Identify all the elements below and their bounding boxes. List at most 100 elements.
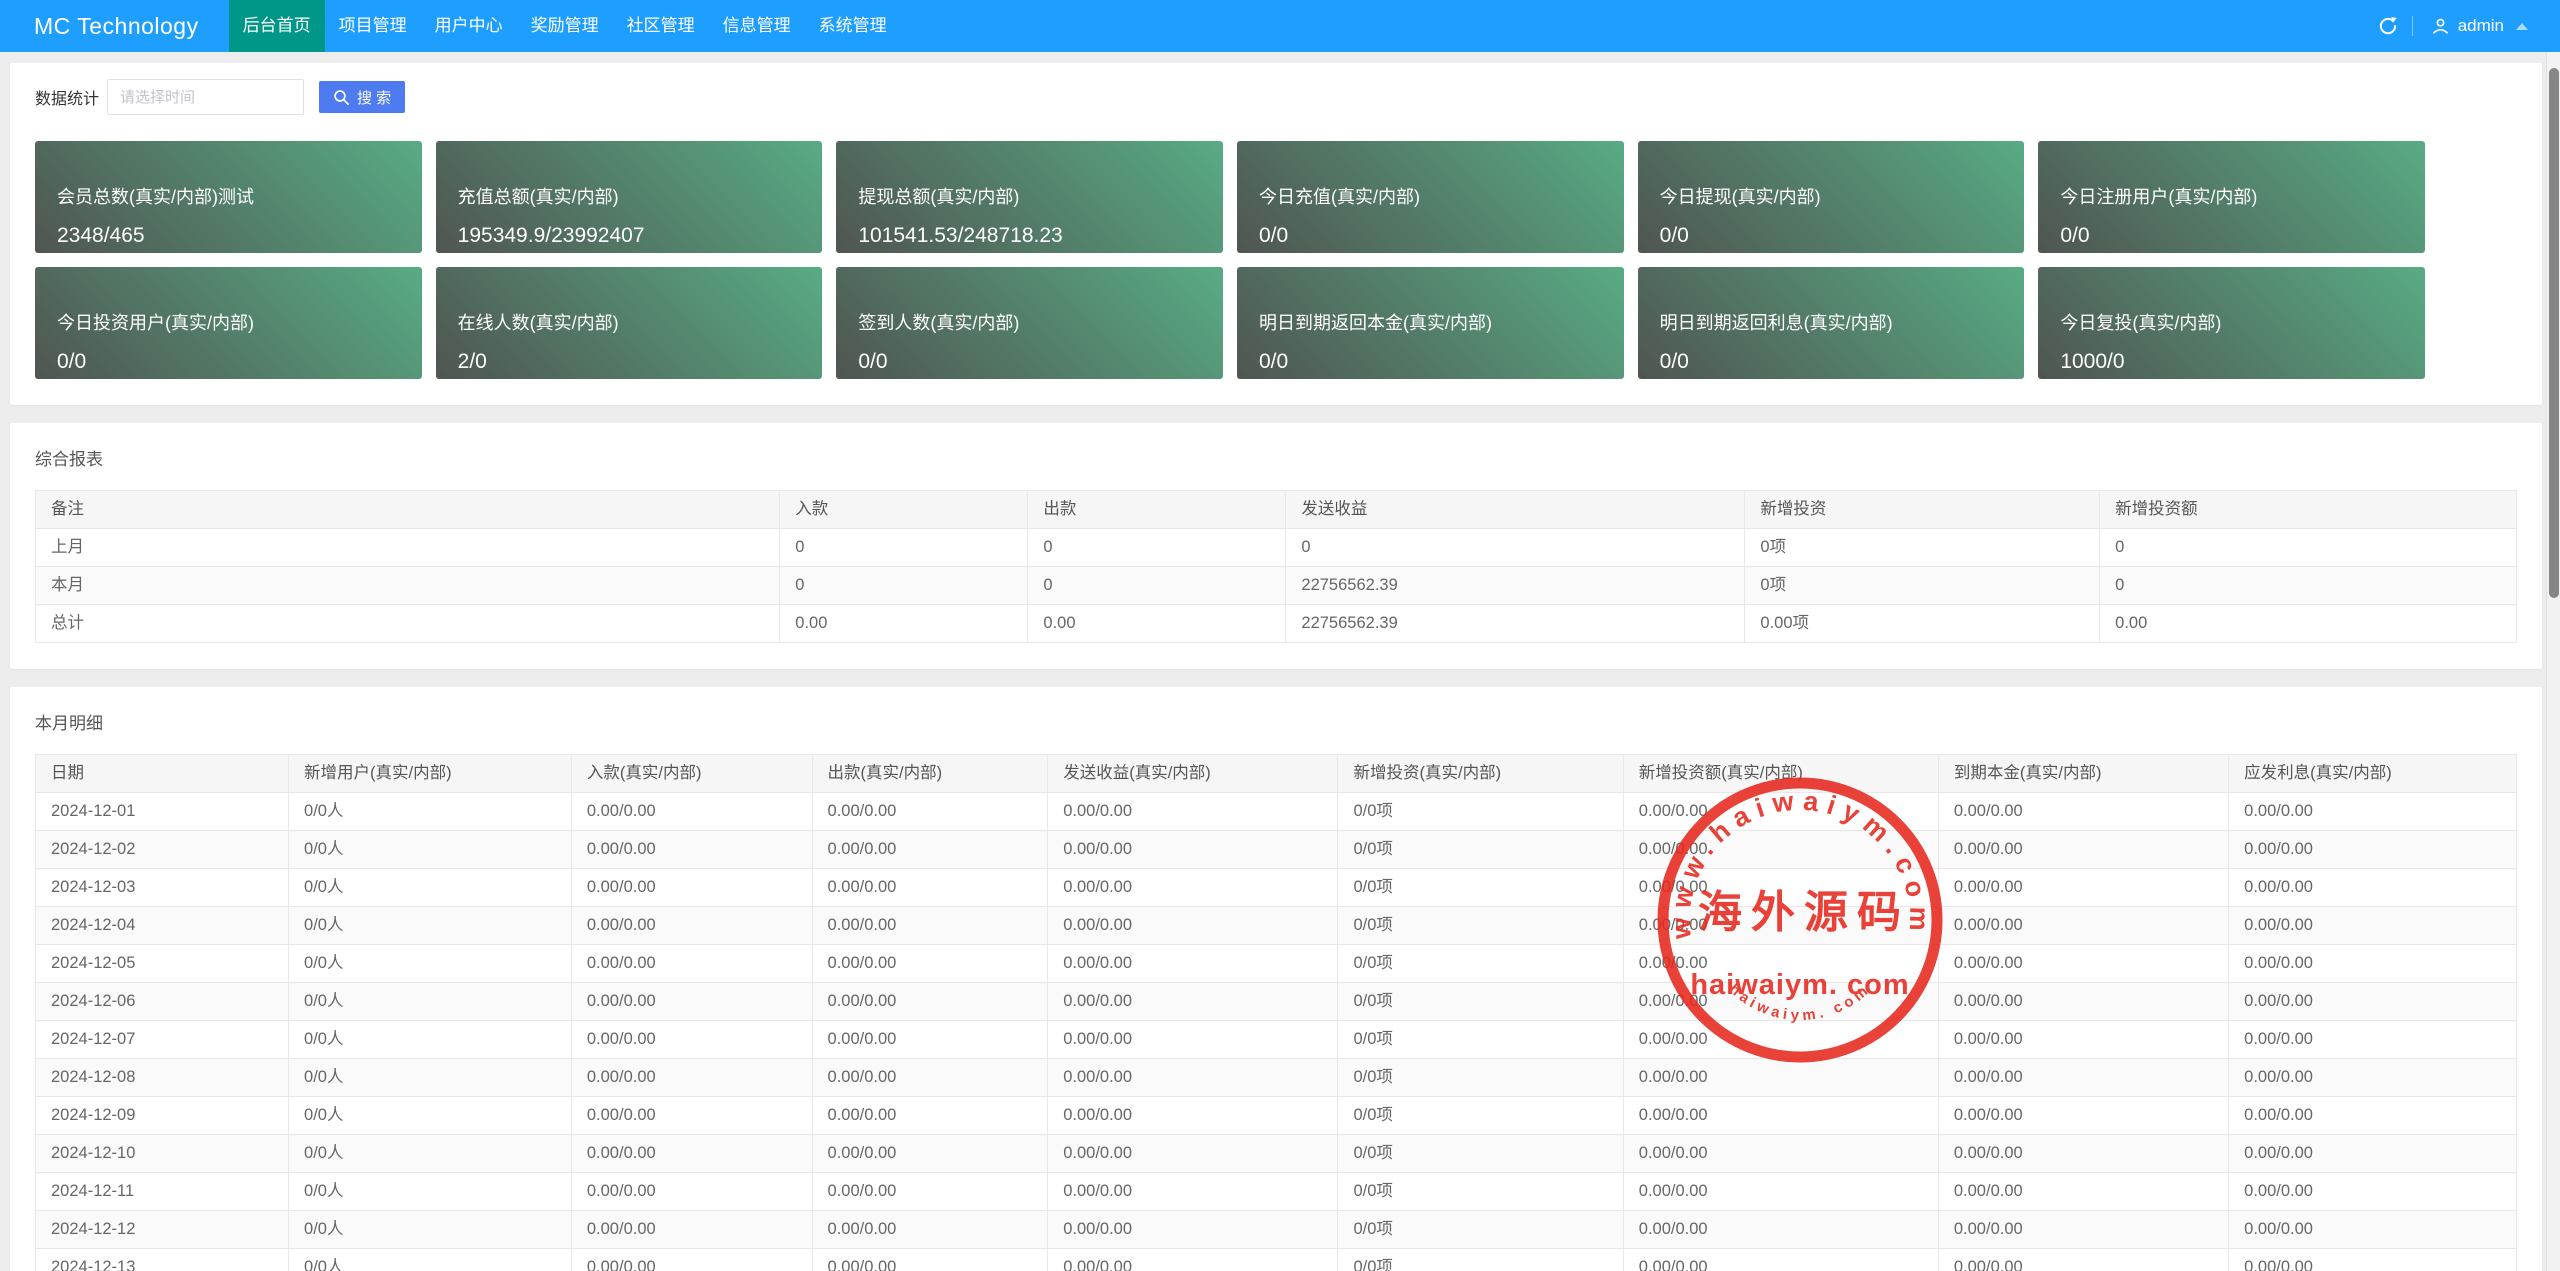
table-cell: 0.00/0.00 [811, 1096, 1049, 1135]
table-cell: 0.00/0.00 [2228, 1096, 2517, 1135]
nav-item[interactable]: 用户中心 [421, 0, 517, 52]
stat-card-title: 今日注册用户(真实/内部) [2060, 187, 2258, 207]
table-cell: 0.00/0.00 [1937, 906, 2230, 945]
stat-card-title: 提现总额(真实/内部) [858, 187, 1020, 207]
top-navbar: MC Technology 后台首页 项目管理 用户中心 奖励管理 社区管理 信息管理 系统… [0, 0, 2560, 52]
table-cell: 0.00/0.00 [1047, 944, 1339, 983]
stat-card-value: 195349.9/23992407 [457, 224, 645, 247]
page-content: 数据统计 搜 索 会员总数(真实/内部)测试 2348/465 充值总额(真实/内部… [0, 52, 2560, 1271]
nav-item[interactable]: 后台首页 [228, 0, 325, 52]
table-cell: 0/0项 [1337, 1020, 1624, 1059]
table-cell: 0.00/0.00 [811, 792, 1049, 831]
column-header: 出款 [1027, 490, 1287, 529]
table-cell: 0.00/0.00 [2228, 1020, 2517, 1059]
nav-item[interactable]: 社区管理 [613, 0, 709, 52]
table-cell: 总计 [34, 604, 781, 643]
table-cell: 0.00/0.00 [570, 1248, 813, 1271]
stat-card-value: 0/0 [1258, 350, 1289, 373]
table-row: 2024-12-13 0/0人 0.00/0.00 0.00/0.00 0.00/0.0… [34, 1248, 2517, 1271]
nav-item[interactable]: 项目管理 [325, 0, 421, 52]
stat-card-title: 签到人数(真实/内部) [858, 313, 1020, 333]
table-cell: 0/0人 [288, 1020, 572, 1059]
stat-card-value: 0/0 [57, 350, 87, 373]
table-cell: 0/0项 [1337, 1134, 1624, 1173]
table-cell: 0.00/0.00 [1937, 1134, 2230, 1173]
stat-card: 今日投资用户(真实/内部) 0/0 [35, 267, 422, 379]
table-cell: 0.00/0.00 [1937, 792, 2230, 831]
table-cell: 0项 [1744, 528, 2101, 567]
table-cell: 0.00/0.00 [570, 944, 813, 983]
table-cell: 22756562.39 [1285, 566, 1746, 605]
stat-card-value: 0/0 [1659, 350, 1689, 373]
refresh-button[interactable] [2364, 0, 2412, 52]
table-cell: 0/0项 [1337, 1096, 1624, 1135]
table-row: 2024-12-04 0/0人 0.00/0.00 0.00/0.00 0.00/0.0… [34, 906, 2517, 945]
table-cell: 2024-12-12 [34, 1210, 290, 1249]
scrollbar-thumb[interactable] [2548, 68, 2559, 598]
table-cell: 0.00/0.00 [570, 868, 813, 907]
nav-item[interactable]: 奖励管理 [517, 0, 613, 52]
table-cell: 0/0项 [1337, 1172, 1624, 1211]
table-cell: 0/0项 [1337, 792, 1624, 831]
month-detail-title: 本月明细 [35, 714, 103, 733]
table-cell: 0.00/0.00 [1047, 792, 1339, 831]
table-cell: 0.00/0.00 [2228, 906, 2517, 945]
table-cell: 0/0项 [1337, 1248, 1624, 1271]
table-row: 2024-12-10 0/0人 0.00/0.00 0.00/0.00 0.00/0.0… [34, 1134, 2517, 1173]
table-cell: 0.00/0.00 [2228, 1210, 2517, 1249]
table-cell: 0/0人 [288, 792, 572, 831]
table-cell: 0/0人 [288, 1248, 572, 1271]
table-row: 上月 0 0 0 0项 0 [34, 528, 2517, 567]
table-cell: 0/0人 [288, 1172, 572, 1211]
stat-card-value: 2/0 [457, 350, 487, 373]
username-label: admin [2457, 16, 2504, 35]
column-header: 入款 [779, 490, 1029, 529]
table-cell: 0 [1027, 566, 1287, 605]
table-cell: 0.00/0.00 [1622, 1096, 1939, 1135]
vertical-scrollbar[interactable] [2546, 52, 2560, 1271]
table-cell: 0.00/0.00 [1937, 1058, 2230, 1097]
table-cell: 0.00/0.00 [1622, 944, 1939, 983]
stat-card: 会员总数(真实/内部)测试 2348/465 [35, 141, 422, 253]
table-cell: 2024-12-09 [34, 1096, 290, 1135]
table-cell: 0.00/0.00 [2228, 792, 2517, 831]
table-row: 2024-12-12 0/0人 0.00/0.00 0.00/0.00 0.00/0.0… [34, 1210, 2517, 1249]
nav-item[interactable]: 系统管理 [805, 0, 901, 52]
table-cell: 0 [1285, 528, 1746, 567]
table-cell: 2024-12-02 [34, 830, 290, 869]
stat-card: 充值总额(真实/内部) 195349.9/23992407 [435, 141, 823, 253]
table-cell: 0.00/0.00 [1047, 1248, 1339, 1271]
date-input[interactable] [107, 79, 305, 115]
nav-item[interactable]: 信息管理 [709, 0, 805, 52]
table-cell: 0.00/0.00 [811, 1248, 1049, 1271]
search-button[interactable]: 搜 索 [319, 81, 406, 113]
stat-card: 今日充值(真实/内部) 0/0 [1236, 141, 1624, 253]
table-row: 2024-12-02 0/0人 0.00/0.00 0.00/0.00 0.00/0.0… [34, 830, 2517, 869]
table-cell: 0.00/0.00 [1622, 1020, 1939, 1059]
table-cell: 2024-12-06 [34, 982, 290, 1021]
caret-up-icon [2516, 22, 2528, 30]
table-cell: 0.00/0.00 [1937, 982, 2230, 1021]
table-cell: 0.00/0.00 [1047, 1172, 1339, 1211]
table-cell: 0/0人 [288, 1096, 572, 1135]
table-cell: 0.00/0.00 [1937, 1210, 2230, 1249]
stat-card-value: 1000/0 [2060, 350, 2125, 373]
table-row: 2024-12-06 0/0人 0.00/0.00 0.00/0.00 0.00/0.0… [34, 982, 2517, 1021]
table-cell: 0.00/0.00 [1937, 868, 2230, 907]
table-cell: 0/0人 [288, 1134, 572, 1173]
user-icon [2432, 18, 2448, 34]
table-cell: 0 [779, 528, 1029, 567]
user-menu[interactable]: admin [2413, 0, 2546, 52]
table-cell: 0.00/0.00 [2228, 982, 2517, 1021]
search-icon [334, 89, 349, 105]
table-cell: 0.00/0.00 [1622, 982, 1939, 1021]
table-cell: 0.00/0.00 [2228, 944, 2517, 983]
table-cell: 0/0人 [288, 868, 572, 907]
stats-panel: 数据统计 搜 索 会员总数(真实/内部)测试 2348/465 充值总额(真实/内部… [10, 63, 2542, 405]
table-cell: 2024-12-07 [34, 1020, 290, 1059]
table-cell: 0.00/0.00 [1047, 1096, 1339, 1135]
stat-card-title: 今日投资用户(真实/内部) [57, 313, 254, 333]
table-cell: 0/0项 [1337, 1058, 1624, 1097]
column-header: 入款(真实/内部) [570, 754, 813, 793]
table-cell: 0.00/0.00 [1937, 1096, 2230, 1135]
